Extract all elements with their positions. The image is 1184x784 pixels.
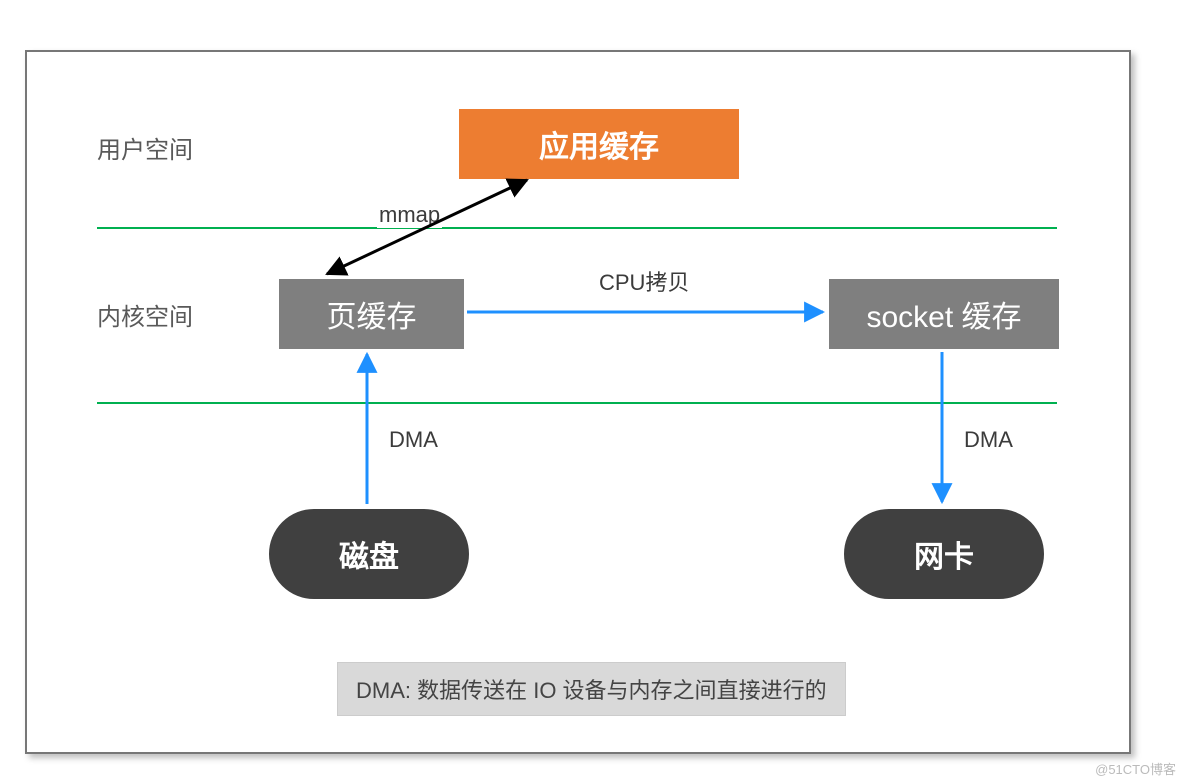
app-cache-box: 应用缓存 (457, 107, 741, 181)
socket-cache-text: socket 缓存 (866, 292, 1021, 336)
kernel-space-label: 内核空间 (97, 297, 193, 332)
divider-line (97, 227, 1057, 229)
watermark: @51CTO博客 (1095, 759, 1176, 778)
page-cache-text: 页缓存 (327, 292, 417, 336)
page-cache-box: 页缓存 (277, 277, 466, 351)
dma-note-text: DMA: 数据传送在 IO 设备与内存之间直接进行的 (356, 678, 827, 703)
divider-line (97, 402, 1057, 404)
dma-left-label: DMA (387, 427, 440, 453)
disk-pill: 磁盘 (267, 507, 471, 601)
app-cache-text: 应用缓存 (539, 122, 659, 166)
nic-text: 网卡 (914, 532, 974, 576)
socket-cache-box: socket 缓存 (827, 277, 1061, 351)
diagram-frame: 用户空间 内核空间 应用缓存 页缓存 socket 缓存 磁盘 网卡 DMA: … (25, 50, 1131, 754)
cpu-copy-label: CPU拷贝 (597, 265, 691, 297)
dma-right-label: DMA (962, 427, 1015, 453)
mmap-label: mmap (377, 202, 442, 228)
disk-text: 磁盘 (339, 532, 399, 576)
nic-pill: 网卡 (842, 507, 1046, 601)
dma-note: DMA: 数据传送在 IO 设备与内存之间直接进行的 (337, 662, 846, 716)
user-space-label: 用户空间 (97, 130, 193, 165)
